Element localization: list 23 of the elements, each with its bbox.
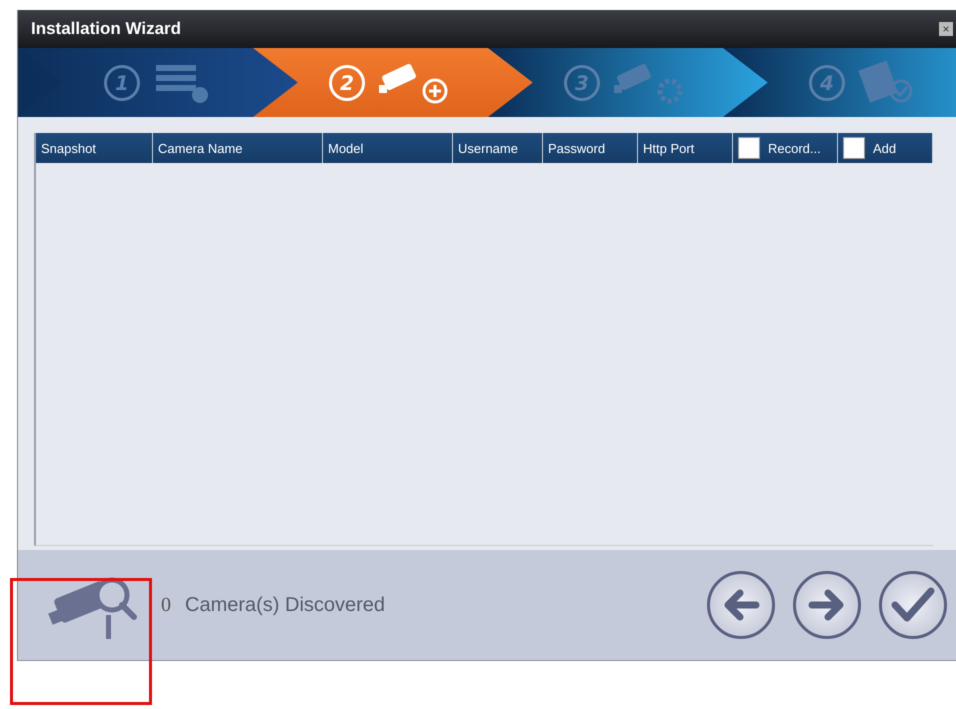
- step-number: 4: [809, 64, 845, 100]
- back-arrow-icon: [722, 589, 760, 621]
- column-header[interactable]: Record...: [733, 133, 838, 163]
- column-header[interactable]: Add: [838, 133, 933, 163]
- camera-count: 0: [161, 594, 171, 616]
- column-label: Add: [873, 140, 896, 156]
- checkbox[interactable]: [738, 137, 760, 159]
- column-header[interactable]: Http Port: [638, 133, 733, 163]
- column-label: Record...: [768, 140, 821, 156]
- step-number: 1: [104, 64, 140, 100]
- step-number: 2: [329, 64, 365, 100]
- window-title: Installation Wizard: [31, 19, 182, 39]
- step-number: 3: [564, 64, 600, 100]
- column-header[interactable]: Password: [543, 133, 638, 163]
- column-header[interactable]: Model: [323, 133, 453, 163]
- column-header[interactable]: Username: [453, 133, 543, 163]
- close-button[interactable]: ×: [939, 22, 953, 36]
- discovered-label: Camera(s) Discovered: [185, 594, 386, 616]
- checkmark-icon: [891, 587, 935, 623]
- column-header[interactable]: Camera Name: [153, 133, 323, 163]
- column-header[interactable]: Snapshot: [36, 133, 153, 163]
- next-arrow-icon: [808, 589, 846, 621]
- checkbox[interactable]: [843, 137, 865, 159]
